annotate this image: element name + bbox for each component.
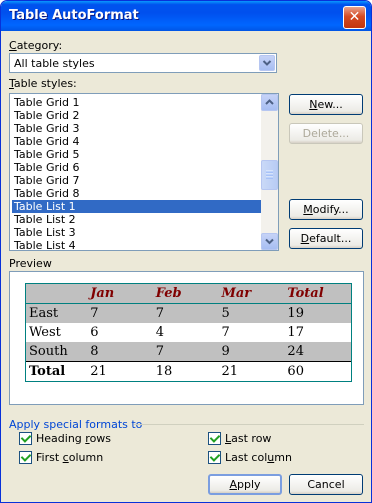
table-cell: 60 — [284, 361, 353, 382]
header-cell: Total — [284, 283, 353, 304]
apply-button[interactable]: Apply — [208, 474, 282, 495]
list-item[interactable]: Table Grid 3 — [12, 122, 262, 135]
list-item[interactable]: Table Grid 5 — [12, 148, 262, 161]
scroll-thumb[interactable] — [261, 160, 278, 190]
special-formats-label: Apply special formats to — [9, 418, 143, 431]
category-value: All table styles — [14, 57, 95, 70]
new-button[interactable]: New... — [289, 94, 363, 115]
title-bar[interactable]: Table AutoFormat ✕ — [1, 1, 371, 31]
group-divider — [134, 424, 364, 425]
table-cell: Total — [25, 361, 88, 382]
table-cell: 17 — [284, 323, 353, 342]
table-row: South 8 7 9 24 — [25, 342, 353, 362]
table-cell: 7 — [221, 325, 230, 340]
last-column-label[interactable]: Last column — [225, 451, 292, 464]
table-autoformat-dialog: Table AutoFormat ✕ Category: All table s… — [0, 0, 372, 503]
close-icon: ✕ — [348, 9, 361, 25]
list-item[interactable]: Table Grid 4 — [12, 135, 262, 148]
modify-button[interactable]: Modify... — [289, 199, 363, 220]
delete-button: Delete... — [289, 123, 363, 144]
table-cell: 24 — [284, 342, 353, 362]
header-cell: Jan — [90, 286, 115, 301]
header-cell: Feb — [155, 286, 182, 301]
list-item[interactable]: Table List 2 — [12, 213, 262, 226]
list-item[interactable]: Table Grid 2 — [12, 109, 262, 122]
table-cell: 4 — [155, 325, 165, 340]
scroll-down-button[interactable] — [261, 233, 278, 250]
scroll-up-button[interactable] — [261, 94, 278, 111]
table-cell: 6 — [90, 325, 99, 340]
table-styles-label: Table styles: — [9, 77, 77, 90]
first-column-checkbox[interactable] — [19, 451, 32, 464]
category-select[interactable]: All table styles — [9, 53, 277, 73]
table-cell: 21 — [221, 364, 238, 379]
table-cell: 18 — [155, 364, 173, 379]
table-cell: 7 — [155, 344, 165, 359]
table-cell: 21 — [90, 364, 107, 379]
table-cell: 9 — [221, 344, 230, 359]
table-styles-list[interactable]: Table Grid 1 Table Grid 2 Table Grid 3 T… — [9, 93, 279, 251]
chevron-down-icon — [262, 60, 272, 66]
table-cell: South — [25, 342, 88, 362]
heading-rows-label[interactable]: Heading rows — [36, 432, 111, 445]
table-cell: 8 — [90, 344, 99, 359]
window-title: Table AutoFormat — [9, 8, 139, 23]
last-row-checkbox[interactable] — [208, 432, 221, 445]
last-row-label[interactable]: Last row — [225, 432, 271, 445]
list-scrollbar[interactable] — [261, 94, 278, 250]
table-cell: West — [25, 323, 88, 342]
close-button[interactable]: ✕ — [343, 6, 366, 29]
list-item[interactable]: Table List 3 — [12, 226, 262, 239]
last-column-checkbox[interactable] — [208, 451, 221, 464]
cancel-button[interactable]: Cancel — [289, 474, 363, 495]
chevron-up-icon — [265, 99, 274, 105]
list-item[interactable]: Table Grid 6 — [12, 161, 262, 174]
category-label: Category: — [9, 39, 63, 52]
list-item[interactable]: Table Grid 8 — [12, 187, 262, 200]
list-item[interactable]: Table List 4 — [12, 239, 262, 250]
preview-table: Jan Feb Mar Total East 7 7 5 19 West 6 4… — [25, 283, 353, 382]
first-column-label[interactable]: First column — [36, 451, 103, 464]
list-item[interactable]: Table Grid 1 — [12, 96, 262, 109]
table-cell: 7 — [155, 306, 165, 321]
grip-icon — [266, 170, 273, 179]
table-cell: 7 — [90, 306, 99, 321]
table-cell: 19 — [284, 303, 353, 323]
header-cell — [25, 283, 88, 304]
table-row: Total 21 18 21 60 — [25, 361, 353, 382]
chevron-down-icon — [265, 238, 274, 245]
header-cell: Mar — [221, 286, 252, 301]
table-row: West 6 4 7 17 — [25, 323, 353, 342]
table-row: East 7 7 5 19 — [25, 303, 353, 323]
table-cell: East — [25, 303, 88, 323]
table-row: Jan Feb Mar Total — [25, 283, 353, 304]
heading-rows-checkbox[interactable] — [19, 432, 32, 445]
list-item-selected[interactable]: Table List 1 — [12, 200, 262, 213]
category-dropdown-button[interactable] — [259, 55, 275, 71]
preview-pane: Jan Feb Mar Total East 7 7 5 19 West 6 4… — [9, 271, 364, 405]
preview-label: Preview — [9, 257, 52, 270]
default-button[interactable]: Default... — [289, 228, 363, 249]
table-cell: 5 — [221, 306, 230, 321]
list-item[interactable]: Table Grid 7 — [12, 174, 262, 187]
